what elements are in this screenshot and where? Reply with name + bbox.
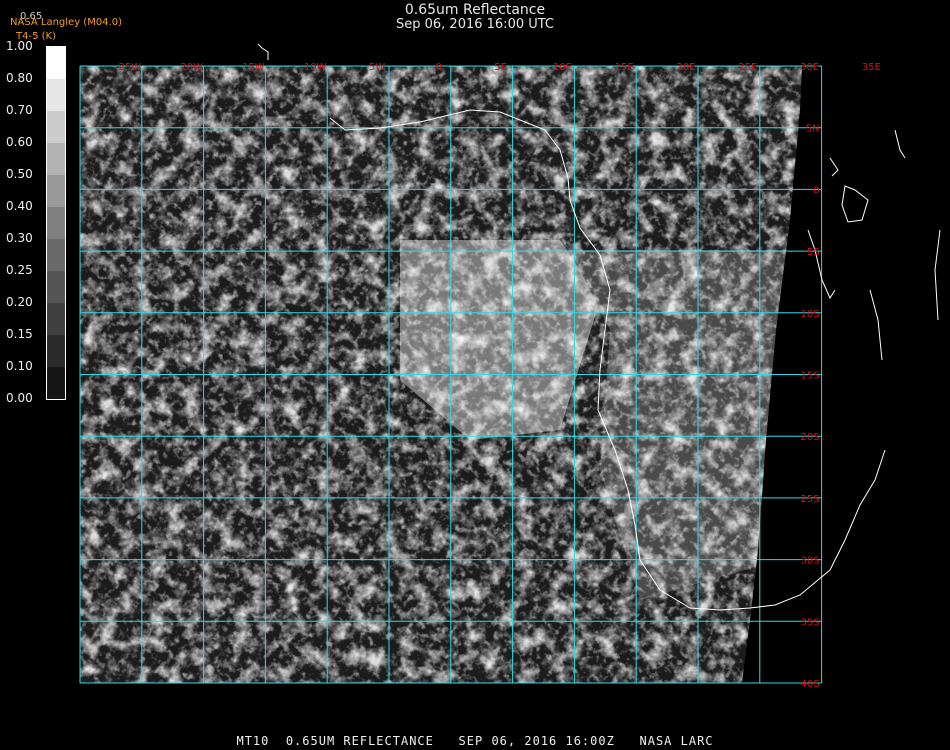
latitude-labels: 5N 0 5S 10S 15S 20S 25S 30S 35S 40S: [801, 124, 820, 690]
longitude-label: 15E: [615, 62, 634, 73]
longitude-label: 10W: [304, 62, 327, 73]
latitude-label: 5S: [807, 247, 820, 258]
latitude-label: 40S: [801, 679, 820, 690]
latitude-label: 15S: [801, 371, 820, 382]
satellite-map: 25W 20W 15W 10W 5W 0 5E 10E 15E 20E 25E 30E 35E 5N05…: [79, 43, 941, 690]
latitude-label: 25S: [801, 494, 820, 505]
longitude-label: 20E: [676, 62, 695, 73]
latitude-label: 30S: [801, 556, 820, 567]
latitude-label: 35S: [801, 617, 820, 628]
longitude-label: 25E: [738, 62, 757, 73]
longitude-label: 0: [436, 62, 442, 73]
longitude-label: 15W: [242, 62, 265, 73]
latitude-label: 10S: [801, 309, 820, 320]
longitude-label: 25W: [118, 62, 141, 73]
latitude-label: 5N: [806, 124, 820, 135]
longitude-label: 20W: [180, 62, 203, 73]
latitude-label: 20S: [801, 432, 820, 443]
longitude-label: 30E: [800, 62, 819, 73]
latitude-label: 0: [813, 185, 819, 196]
longitude-label: 5W: [369, 62, 385, 73]
footer-caption: MT10 0.65UM REFLECTANCE SEP 06, 2016 16:…: [236, 734, 714, 748]
longitude-label: 35E: [862, 62, 881, 73]
longitude-label: 10E: [553, 62, 572, 73]
longitude-label: 5E: [494, 62, 507, 73]
